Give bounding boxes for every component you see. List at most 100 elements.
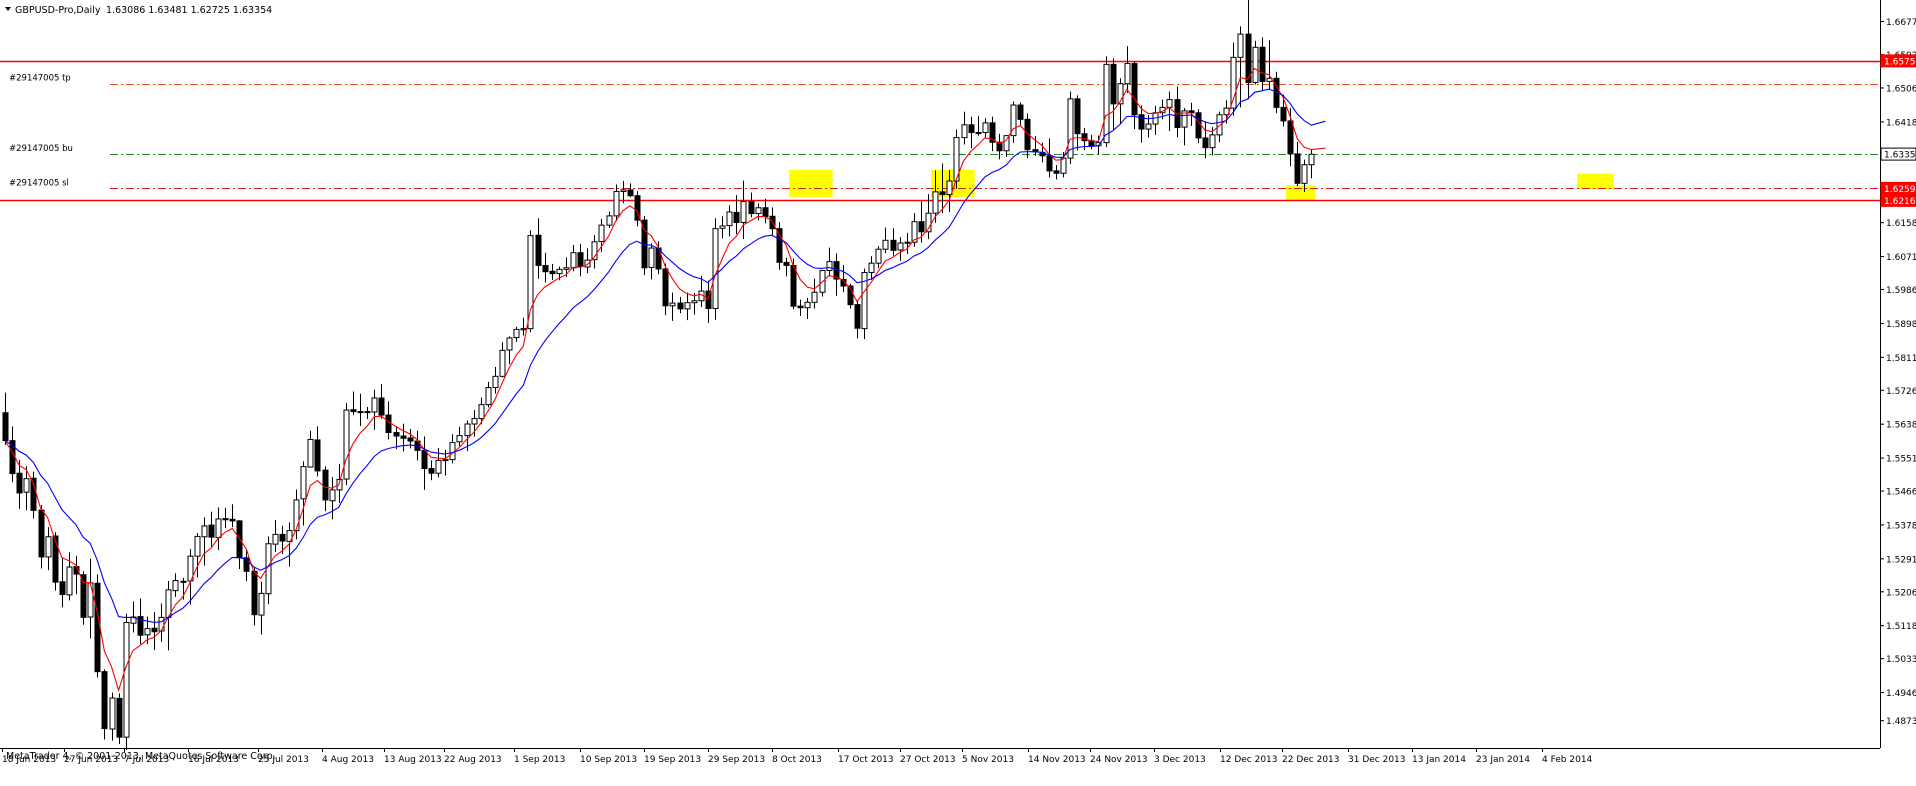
price-tick-label: 1.51185 [1886, 622, 1916, 632]
candle-bull [45, 536, 52, 558]
candle-bull [570, 252, 577, 269]
candle-bull [904, 241, 911, 244]
candle-bear [748, 201, 755, 215]
candle-bear [407, 437, 414, 442]
candle-bull [755, 207, 762, 215]
candle-bear [918, 221, 925, 233]
candle-bull [109, 697, 116, 730]
candle-bear [350, 409, 357, 413]
candle-bull [826, 261, 833, 272]
time-tick-label: 14 Nov 2013 [1028, 755, 1086, 765]
time-tick-label: 23 Jan 2014 [1476, 755, 1530, 765]
time-tick-label: 17 Oct 2013 [838, 755, 894, 765]
price-tick-label: 1.65060 [1886, 84, 1916, 94]
candle-bull [123, 621, 130, 738]
candle-bear [535, 234, 542, 266]
copyright-text: MetaTrader 4, © 2001-2013, MetaQuotes So… [6, 751, 276, 762]
time-tick-label: 22 Dec 2013 [1282, 755, 1340, 765]
time-tick-label: 3 Dec 2013 [1154, 755, 1206, 765]
candle-bear [385, 414, 392, 434]
candle-bear [364, 411, 371, 414]
price-tick-label: 1.59860 [1886, 286, 1916, 296]
candle-bear [1110, 63, 1117, 105]
candle-bull [982, 122, 989, 134]
candle-bull [520, 328, 527, 331]
candle-bull [1060, 157, 1067, 174]
mt4-chart-window[interactable]: 1.667751.659201.650601.641851.615851.607… [0, 0, 1916, 782]
candle-bear [1053, 170, 1060, 174]
candle-bear [705, 290, 712, 310]
price-badge-label: 1.62591 [1884, 185, 1916, 195]
price-tick-label: 1.57260 [1886, 387, 1916, 397]
candle-bull [811, 291, 818, 303]
price-tick-label: 1.48735 [1886, 717, 1916, 727]
highlight-zone [1577, 173, 1614, 190]
candle-bear [393, 432, 400, 437]
price-chart[interactable]: 1.667751.659201.650601.641851.615851.607… [0, 0, 1916, 782]
price-tick-label: 1.54660 [1886, 488, 1916, 498]
candle-bull [882, 239, 889, 250]
candle-bear [677, 302, 684, 310]
candle-bull [293, 499, 300, 532]
candle-bull [272, 533, 279, 545]
candle-bull [584, 259, 591, 268]
time-tick-label: 27 Oct 2013 [900, 755, 956, 765]
price-tick-label: 1.56385 [1886, 421, 1916, 431]
candle-bear [52, 535, 59, 583]
candle-bear [790, 264, 797, 307]
candle-bear [428, 468, 435, 474]
candle-bear [662, 268, 669, 307]
candle-bear [762, 207, 769, 218]
candle-bull [307, 438, 314, 468]
price-tick-label: 1.50335 [1886, 655, 1916, 665]
time-tick-label: 22 Aug 2013 [444, 755, 502, 765]
ohlc-readout: 1.63086 1.63481 1.62725 1.63354 [106, 5, 272, 16]
symbol-label: GBPUSD-Pro,Daily [15, 5, 101, 16]
time-tick-label: 13 Jan 2014 [1412, 755, 1466, 765]
candle-bear [1074, 98, 1081, 135]
candle-bull [648, 247, 655, 268]
price-badge-label: 1.63354 [1884, 151, 1916, 161]
order-line-label: #29147005 sl [9, 178, 69, 188]
highlight-zone [789, 169, 833, 197]
candle-bull [172, 580, 179, 592]
candle-bear [314, 439, 321, 472]
price-tick-label: 1.66775 [1886, 18, 1916, 28]
candle-bull [932, 191, 939, 214]
candle-bull [357, 411, 364, 414]
candle-bull [492, 375, 499, 389]
order-line-label: #29147005 tp [9, 74, 71, 84]
candle-bear [1046, 155, 1053, 172]
time-tick-label: 5 Nov 2013 [962, 755, 1014, 765]
candle-bull [868, 262, 875, 273]
candle-bear [542, 264, 549, 273]
time-tick-label: 10 Sep 2013 [580, 755, 637, 765]
highlight-zone [1286, 185, 1316, 201]
time-tick-label: 24 Nov 2013 [1090, 755, 1148, 765]
candle-bull [669, 302, 676, 307]
candle-bear [1131, 63, 1138, 116]
candle-bear [229, 518, 236, 522]
price-tick-label: 1.64185 [1886, 118, 1916, 128]
price-tick-label: 1.60710 [1886, 253, 1916, 263]
candle-bear [16, 472, 23, 494]
candle-bull [66, 566, 73, 596]
candle-bear [1259, 46, 1266, 82]
candle-bear [1294, 153, 1301, 184]
candle-bull [556, 268, 563, 275]
candle-bull [606, 215, 613, 226]
candle-bull [485, 387, 492, 406]
candle-bear [80, 574, 87, 618]
order-line-label: #29147005 bu [9, 144, 73, 154]
candle-bull [1237, 33, 1244, 58]
time-tick-label: 29 Sep 2013 [708, 755, 765, 765]
price-tick-label: 1.52060 [1886, 588, 1916, 598]
price-tick-label: 1.55510 [1886, 455, 1916, 465]
candle-bull [897, 242, 904, 251]
candle-bear [400, 435, 407, 439]
candle-bear [1287, 120, 1294, 155]
candle-bull [435, 459, 442, 474]
candle-bull [563, 267, 570, 270]
candle-bull [144, 628, 151, 636]
candle-bear [627, 189, 634, 197]
